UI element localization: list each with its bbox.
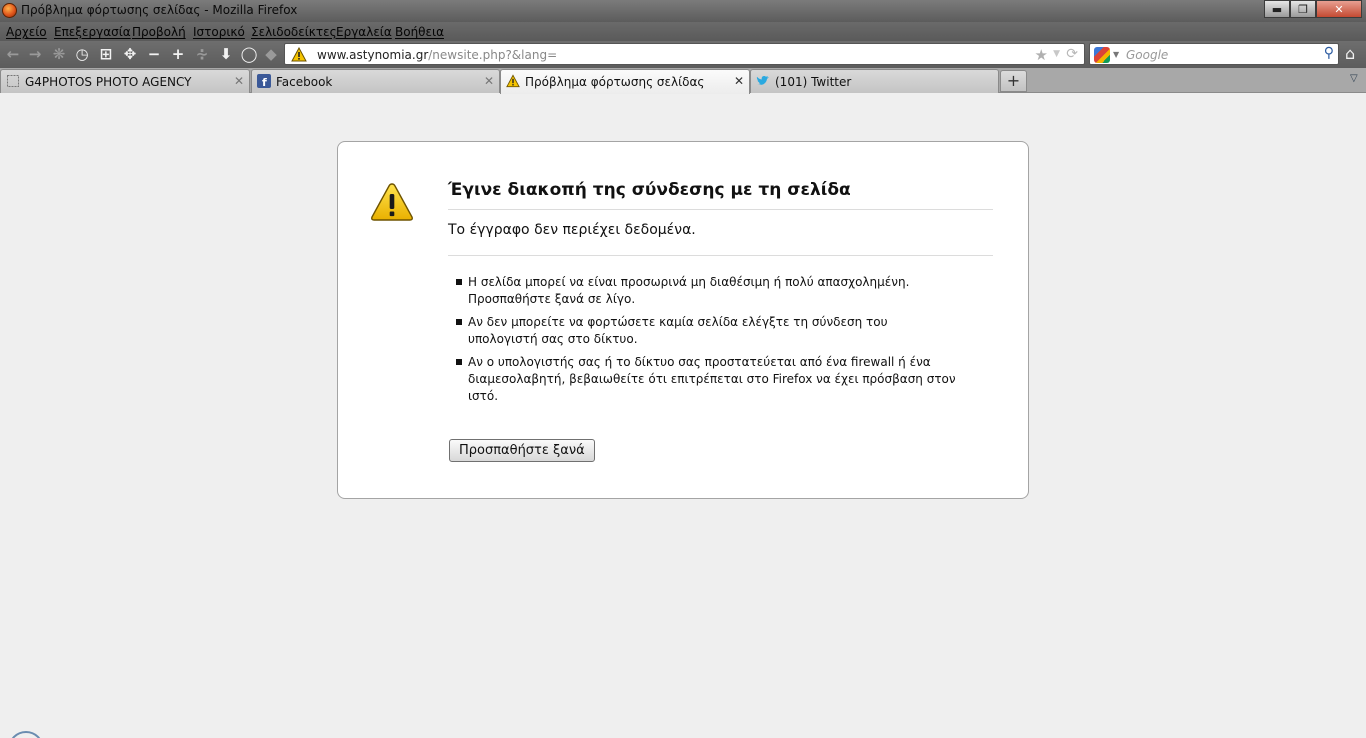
search-bar[interactable]: ▼ Google ⚲	[1089, 43, 1339, 65]
url-path: /newsite.php?&lang=	[428, 48, 558, 62]
list-item: Αν δεν μπορείτε να φορτώσετε καμία σελίδ…	[456, 314, 956, 348]
page-icon	[6, 74, 20, 88]
forward-arrow-icon[interactable]: →	[26, 45, 44, 63]
search-engine-dropdown-icon[interactable]: ▼	[1113, 50, 1119, 59]
google-engine-icon[interactable]	[1094, 47, 1110, 63]
maximize-button[interactable]: ❐	[1290, 0, 1316, 18]
error-container: Έγινε διακοπή της σύνδεσης με τη σελίδα …	[337, 141, 1029, 499]
url-text[interactable]: www.astynomia.gr/newsite.php?&lang=	[317, 48, 557, 62]
facebook-icon: f	[257, 74, 271, 88]
menu-edit[interactable]: Επεξεργασία	[54, 25, 131, 39]
window-title-bar: Πρόβλημα φόρτωσης σελίδας - Mozilla Fire…	[0, 0, 1366, 22]
try-again-button[interactable]: Προσπαθήστε ξανά	[449, 439, 595, 462]
close-tab-icon[interactable]: ✕	[234, 74, 244, 88]
menu-view[interactable]: Προβολή	[132, 25, 186, 39]
tab-twitter[interactable]: (101) Twitter	[750, 69, 999, 93]
chat-bubble-icon[interactable]: ◯	[240, 45, 258, 63]
menu-file[interactable]: Αρχείο	[6, 25, 47, 39]
reload-icon[interactable]: ⟳	[1066, 46, 1078, 62]
tab-label: Πρόβλημα φόρτωσης σελίδας	[525, 75, 705, 89]
loading-spinner-icon: ❋	[52, 45, 66, 63]
list-item: Αν ο υπολογιστής σας ή το δίκτυο σας προ…	[456, 354, 956, 405]
menu-bookmarks[interactable]: Σελιδοδείκτες	[251, 25, 337, 39]
pan-move-icon[interactable]: ✥	[121, 45, 139, 63]
addon-gem-icon[interactable]: ◆	[262, 45, 280, 63]
suggestions-list: Η σελίδα μπορεί να είναι προσωρινά μη δι…	[456, 274, 956, 411]
tab-g4photos[interactable]: G4PHOTOS PHOTO AGENCY ✕	[0, 69, 250, 93]
error-title: Έγινε διακοπή της σύνδεσης με τη σελίδα	[448, 180, 993, 210]
close-tab-icon[interactable]: ✕	[734, 74, 744, 88]
new-window-icon[interactable]: ⊞	[97, 45, 115, 63]
window-title: Πρόβλημα φόρτωσης σελίδας - Mozilla Fire…	[21, 3, 298, 17]
tab-label: (101) Twitter	[775, 75, 852, 89]
tab-facebook[interactable]: f Facebook ✕	[251, 69, 500, 93]
rss-feed-icon[interactable]: ∻	[193, 45, 211, 63]
tab-label: G4PHOTOS PHOTO AGENCY	[25, 75, 192, 89]
tab-bar: G4PHOTOS PHOTO AGENCY ✕ f Facebook ✕ Πρό…	[0, 68, 1366, 94]
site-warning-icon[interactable]	[291, 47, 307, 62]
large-warning-icon	[371, 183, 413, 221]
download-arrow-icon[interactable]: ⬇	[217, 45, 235, 63]
close-tab-icon[interactable]: ✕	[484, 74, 494, 88]
url-host: www.astynomia.gr	[317, 48, 429, 62]
back-arrow-icon[interactable]: ←	[4, 45, 22, 63]
tab-list-dropdown-icon[interactable]: ▽	[1350, 73, 1358, 84]
search-input[interactable]: Google	[1126, 48, 1168, 62]
warning-icon	[506, 74, 520, 88]
twitter-icon	[756, 74, 770, 88]
zoom-out-icon[interactable]: −	[145, 45, 163, 63]
firefox-logo-icon[interactable]	[2, 3, 17, 18]
bookmark-star-icon[interactable]: ★	[1035, 46, 1048, 64]
new-tab-button[interactable]: +	[1000, 70, 1027, 92]
minimize-button[interactable]: ▬	[1264, 0, 1290, 18]
error-description: Το έγγραφο δεν περιέχει δεδομένα.	[448, 222, 993, 256]
close-window-button[interactable]: ✕	[1316, 0, 1362, 18]
menu-history[interactable]: Ιστορικό	[193, 25, 245, 39]
url-bar[interactable]: www.astynomia.gr/newsite.php?&lang= ★ ▼ …	[284, 43, 1085, 65]
url-history-dropdown-icon[interactable]: ▼	[1053, 49, 1060, 59]
list-item: Η σελίδα μπορεί να είναι προσωρινά μη δι…	[456, 274, 956, 308]
navigation-toolbar: ← → ❋ ◷ ⊞ ✥ − + ∻ ⬇ ◯ ◆ www.astynomia.gr…	[0, 41, 1366, 68]
home-icon[interactable]: ⌂	[1345, 44, 1363, 64]
search-magnifier-icon[interactable]: ⚲	[1324, 45, 1334, 61]
tab-label: Facebook	[276, 75, 333, 89]
svg-text:f: f	[262, 76, 267, 88]
taskbar-start-orb-icon[interactable]	[8, 731, 44, 738]
zoom-in-icon[interactable]: +	[169, 45, 187, 63]
tab-page-load-error[interactable]: Πρόβλημα φόρτωσης σελίδας ✕	[500, 69, 750, 94]
history-clock-icon[interactable]: ◷	[73, 45, 91, 63]
menu-tools[interactable]: Εργαλεία	[336, 25, 392, 39]
menu-bar: Αρχείο Επεξεργασία Προβολή Ιστορικό Σελι…	[0, 22, 1366, 41]
menu-help[interactable]: Βοήθεια	[395, 25, 444, 39]
